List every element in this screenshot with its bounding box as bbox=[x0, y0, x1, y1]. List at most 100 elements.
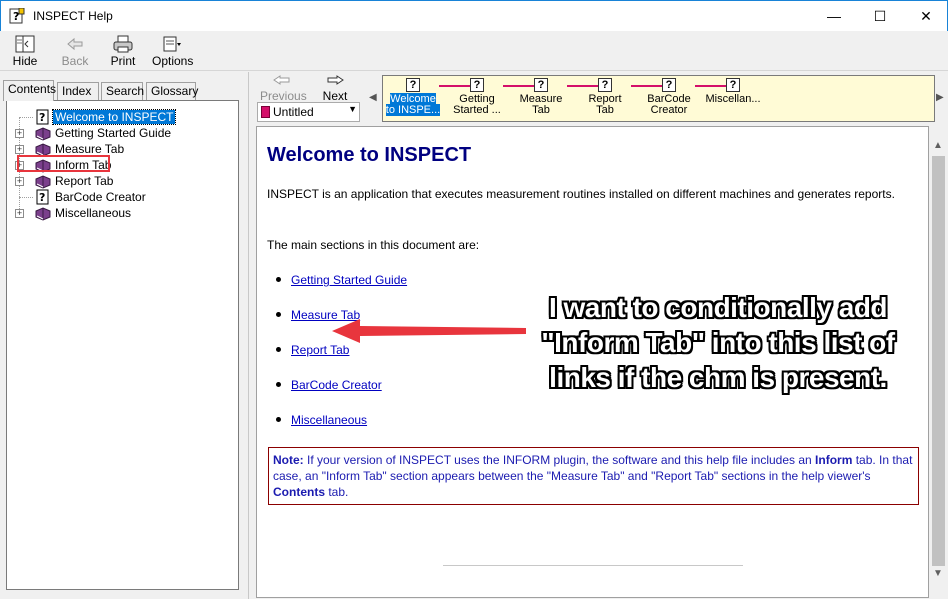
help-page-icon: ? bbox=[36, 109, 49, 125]
breadcrumb-line-2: Creator bbox=[650, 104, 688, 116]
tree-item-miscellaneous[interactable]: + Miscellaneous bbox=[7, 205, 237, 221]
scroll-up-icon[interactable]: ▲ bbox=[933, 140, 943, 151]
annotation-text: I want to conditionally add "Inform Tab"… bbox=[533, 290, 903, 395]
tree-item-report-tab[interactable]: + Report Tab bbox=[7, 173, 237, 189]
print-button[interactable]: Print bbox=[110, 34, 136, 68]
breadcrumb-barcode-creator[interactable]: ? BarCode Creator bbox=[639, 78, 699, 116]
tree-item-getting-started[interactable]: + Getting Started Guide bbox=[7, 125, 237, 141]
breadcrumb-bar: ? Welcome to INSPE... ? Getting Started ..… bbox=[382, 75, 935, 122]
bullet bbox=[276, 347, 281, 352]
help-page-icon: ? bbox=[470, 78, 484, 92]
printer-icon bbox=[113, 35, 133, 53]
next-button[interactable]: Next bbox=[320, 74, 350, 103]
previous-label: Previous bbox=[260, 89, 307, 103]
annotation-line-1: I want to conditionally add bbox=[548, 292, 888, 323]
tab-glossary[interactable]: Glossary bbox=[146, 82, 198, 100]
help-page-icon: ? bbox=[726, 78, 740, 92]
tab-search[interactable]: Search bbox=[101, 82, 144, 100]
back-arrow-icon bbox=[67, 37, 83, 51]
color-swatch-icon bbox=[261, 106, 270, 118]
page-title: Welcome to INSPECT bbox=[267, 144, 472, 166]
link-miscellaneous[interactable]: Miscellaneous bbox=[291, 413, 367, 427]
scroll-thumb[interactable] bbox=[932, 156, 945, 566]
tab-index[interactable]: Index bbox=[57, 82, 99, 100]
help-page-icon: ? bbox=[534, 78, 548, 92]
window-title: INSPECT Help bbox=[33, 9, 113, 23]
tree-item-label: Report Tab bbox=[55, 174, 114, 188]
breadcrumb-welcome[interactable]: ? Welcome to INSPE... bbox=[383, 78, 443, 116]
link-report-tab[interactable]: Report Tab bbox=[291, 343, 349, 357]
tree-item-label: Measure Tab bbox=[55, 142, 125, 156]
toolbar: Hide Back Print Options bbox=[0, 31, 948, 71]
untitled-value: Untitled bbox=[273, 105, 314, 119]
bullet bbox=[276, 312, 281, 317]
breadcrumb-scroll-right-icon[interactable]: ▶ bbox=[936, 92, 944, 103]
breadcrumb-measure-tab[interactable]: ? Measure Tab bbox=[511, 78, 571, 116]
options-icon bbox=[163, 36, 181, 52]
breadcrumb-label: Welcome to INSPE... bbox=[385, 93, 441, 116]
annotation-arrow-icon bbox=[332, 319, 526, 343]
options-button[interactable]: Options bbox=[152, 34, 193, 68]
chevron-down-icon: ▼ bbox=[348, 104, 357, 114]
maximize-button[interactable]: ☐ bbox=[857, 1, 903, 32]
tree-item-barcode-creator[interactable]: ? BarCode Creator bbox=[7, 189, 237, 205]
hide-button[interactable]: Hide bbox=[12, 34, 38, 68]
expand-icon[interactable]: + bbox=[15, 209, 24, 218]
breadcrumb-report-tab[interactable]: ? Report Tab bbox=[575, 78, 635, 116]
annotation-line-3: links if the chm is present. bbox=[549, 362, 887, 393]
breadcrumb-line-2: to INSPE... bbox=[385, 104, 441, 116]
help-page-icon: ? bbox=[36, 189, 49, 205]
divider bbox=[443, 565, 743, 566]
tree-item-label: BarCode Creator bbox=[55, 190, 146, 204]
book-icon bbox=[35, 127, 51, 141]
tree-item-welcome[interactable]: ? Welcome to INSPECT bbox=[7, 109, 237, 125]
breadcrumb-line-1: Miscellan... bbox=[705, 93, 761, 105]
list-item: Getting Started Guide bbox=[276, 273, 407, 287]
svg-text:?: ? bbox=[13, 10, 19, 23]
close-button[interactable]: ✕ bbox=[903, 1, 948, 32]
intro-paragraph: INSPECT is an application that executes … bbox=[267, 187, 895, 201]
tree-connector bbox=[19, 197, 33, 198]
sections-intro: The main sections in this document are: bbox=[267, 238, 480, 252]
breadcrumb-getting-started[interactable]: ? Getting Started ... bbox=[447, 78, 507, 116]
tab-contents[interactable]: Contents bbox=[3, 80, 56, 101]
breadcrumb-scroll-left-icon[interactable]: ◀ bbox=[369, 92, 377, 103]
print-label: Print bbox=[110, 54, 136, 68]
search-page-icon: ? bbox=[406, 78, 420, 92]
back-button[interactable]: Back bbox=[60, 34, 90, 68]
next-label: Next bbox=[322, 89, 348, 103]
book-icon bbox=[35, 175, 51, 189]
scroll-down-icon[interactable]: ▼ bbox=[933, 568, 943, 579]
expand-icon[interactable]: + bbox=[15, 145, 24, 154]
navigation-pane: Contents Index Search Glossary ? Welcome… bbox=[0, 72, 249, 599]
help-page-icon: ? bbox=[662, 78, 676, 92]
hide-label: Hide bbox=[12, 54, 38, 68]
note-box: Note: If your version of INSPECT uses th… bbox=[268, 447, 919, 505]
bullet bbox=[276, 277, 281, 282]
expand-icon[interactable]: + bbox=[15, 177, 24, 186]
note-text: If your version of INSPECT uses the INFO… bbox=[303, 453, 816, 467]
help-page-icon: ? bbox=[598, 78, 612, 92]
link-getting-started[interactable]: Getting Started Guide bbox=[291, 273, 407, 287]
title-bar: ? INSPECT Help — ☐ ✕ bbox=[0, 0, 948, 31]
list-item: BarCode Creator bbox=[276, 378, 382, 392]
inform-tab-highlight bbox=[17, 155, 110, 172]
link-barcode-creator[interactable]: BarCode Creator bbox=[291, 378, 382, 392]
content-scrollbar[interactable]: ▲ ▼ bbox=[929, 126, 948, 598]
list-item: Miscellaneous bbox=[276, 413, 367, 427]
tree-item-label: Welcome to INSPECT bbox=[51, 109, 177, 125]
note-text: tab. bbox=[325, 485, 349, 499]
note-label: Note: bbox=[273, 453, 304, 467]
note-bold-inform: Inform bbox=[815, 453, 853, 467]
bullet bbox=[276, 382, 281, 387]
tree-item-label: Miscellaneous bbox=[55, 206, 132, 220]
navigation-strip: Previous Next Untitled ▼ ◀ ? Welcome to I… bbox=[250, 72, 948, 126]
bullet bbox=[276, 417, 281, 422]
previous-button[interactable]: Previous bbox=[260, 74, 307, 103]
untitled-dropdown[interactable]: Untitled ▼ bbox=[257, 102, 360, 122]
expand-icon[interactable]: + bbox=[15, 129, 24, 138]
next-arrow-icon bbox=[327, 75, 344, 85]
minimize-button[interactable]: — bbox=[811, 1, 857, 32]
breadcrumb-miscellaneous[interactable]: ? Miscellan... bbox=[703, 78, 763, 105]
annotation-line-2: "Inform Tab" into this list of bbox=[541, 327, 895, 358]
